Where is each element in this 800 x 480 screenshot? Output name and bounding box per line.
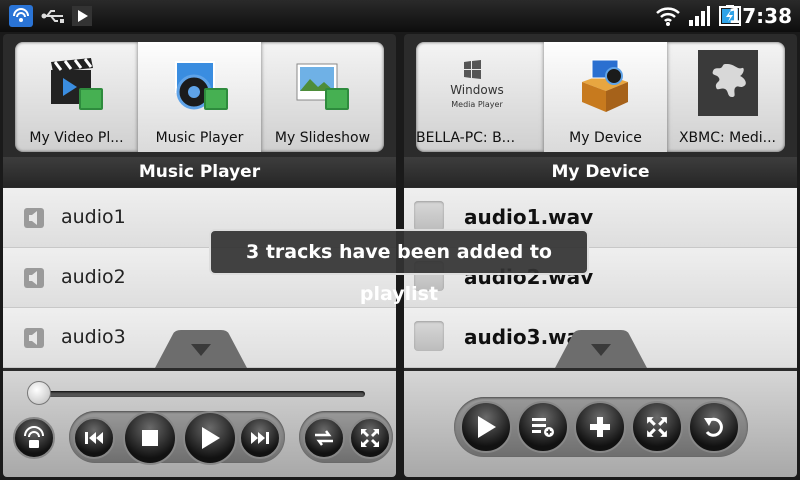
next-button[interactable] (239, 417, 281, 459)
xbmc-icon (698, 50, 758, 116)
panel-title: My Device (404, 157, 797, 187)
carousel-label: My Video Pl... (29, 130, 124, 146)
panel-title: Music Player (3, 157, 396, 187)
windows-media-player-icon: Windows Media Player (434, 56, 520, 114)
wifi-icon (655, 4, 681, 28)
repeat-icon (315, 430, 333, 446)
carousel-label: Music Player (155, 130, 244, 146)
file-checkbox[interactable] (414, 321, 444, 351)
carousel-item-my-slideshow[interactable]: My Slideshow (261, 42, 384, 152)
carousel-item-my-device[interactable]: My Device (544, 42, 667, 152)
collapse-list-tab[interactable] (155, 330, 247, 368)
speaker-icon (23, 207, 45, 229)
expand-icon (647, 417, 667, 437)
track-label: audio3 (61, 326, 126, 348)
seek-bar[interactable] (29, 391, 365, 397)
usb-icon (40, 4, 66, 28)
media-player-logo-text: Media Player (451, 100, 503, 109)
expand-icon (361, 429, 379, 447)
track-label: audio1 (61, 206, 126, 228)
playlist-add-icon (532, 418, 554, 437)
lock-button[interactable] (13, 417, 55, 459)
skip-previous-icon (85, 432, 103, 444)
add-button[interactable] (574, 401, 626, 453)
play-button[interactable] (460, 401, 512, 453)
stop-icon (142, 430, 158, 446)
speaker-icon (23, 267, 45, 289)
track-label: audio2 (61, 266, 126, 288)
fullscreen-button[interactable] (631, 401, 683, 453)
carousel-item-bella-pc[interactable]: Windows Media Player BELLA-PC: B... (416, 42, 539, 152)
carousel-label: BELLA-PC: B... (416, 130, 516, 146)
video-folder-icon (45, 56, 107, 114)
repeat-button[interactable] (303, 417, 345, 459)
device-carousel[interactable]: Windows Media Player BELLA-PC: B... My D… (416, 42, 785, 152)
device-controls (404, 371, 797, 477)
plus-icon (590, 417, 610, 437)
carousel-label: My Device (569, 130, 642, 146)
undo-icon (704, 417, 723, 437)
back-button[interactable] (688, 401, 740, 453)
carousel-item-xbmc[interactable]: XBMC: Medi... (666, 42, 785, 152)
play-icon (70, 4, 94, 28)
speaker-icon (23, 327, 45, 349)
fullscreen-button[interactable] (349, 417, 391, 459)
previous-button[interactable] (73, 417, 115, 459)
play-button[interactable] (183, 411, 237, 465)
carousel-label: My Slideshow (274, 130, 371, 146)
file-checkbox[interactable] (414, 201, 444, 231)
skip-next-icon (251, 432, 269, 444)
my-device-icon (574, 56, 636, 114)
status-bar: 17:38 (0, 0, 800, 32)
wifi-tether-icon (6, 4, 36, 28)
seek-thumb[interactable] (27, 381, 51, 405)
collapse-list-tab[interactable] (555, 330, 647, 368)
play-icon (478, 416, 496, 438)
windows-logo-text: Windows (450, 83, 504, 97)
slideshow-folder-icon (291, 56, 353, 114)
carousel-item-my-video-player[interactable]: My Video Pl... (15, 42, 138, 152)
carousel-label: XBMC: Medi... (678, 130, 777, 146)
source-carousel[interactable]: My Video Pl... Music Player My Slideshow (15, 42, 384, 152)
add-to-playlist-button[interactable] (517, 401, 569, 453)
music-folder-icon (168, 56, 230, 114)
stop-button[interactable] (123, 411, 177, 465)
cast-lock-icon (24, 426, 44, 448)
play-icon (202, 427, 220, 449)
carousel-item-music-player[interactable]: Music Player (138, 42, 261, 152)
player-controls (3, 371, 396, 477)
clock: 17:38 (728, 4, 792, 28)
toast-message: 3 tracks have been added to playlist (209, 229, 589, 305)
signal-icon (686, 4, 712, 28)
